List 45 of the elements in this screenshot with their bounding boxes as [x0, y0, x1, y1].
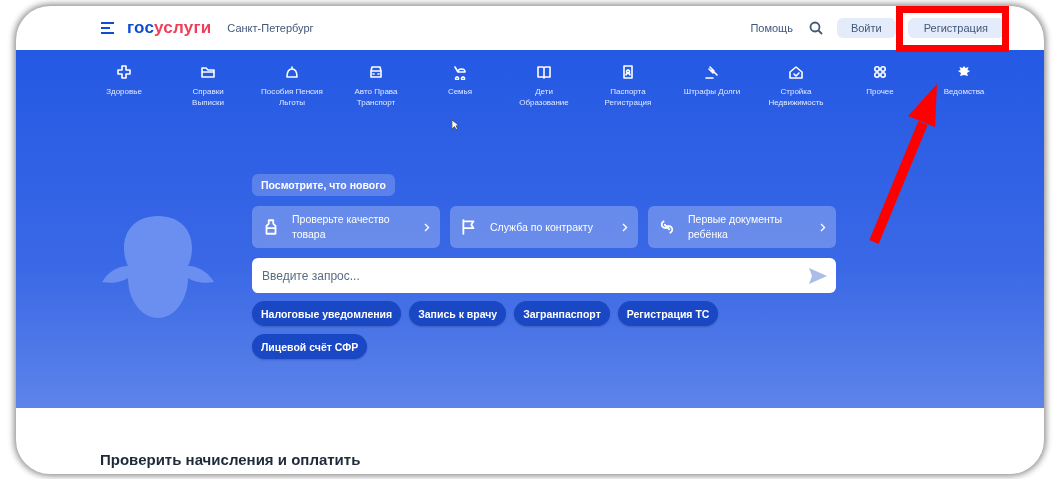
category-link[interactable]: Авто Права Транспорт	[334, 64, 418, 126]
category-link[interactable]: Ведомства	[922, 64, 1006, 126]
promo-card[interactable]: Первые документы ребёнка	[648, 206, 836, 248]
chevron-icon	[424, 222, 430, 232]
section-title: Проверить начисления и оплатить	[100, 451, 362, 468]
category-link[interactable]: Семья	[418, 64, 502, 126]
help-link[interactable]: Помощь	[750, 22, 793, 34]
search-icon[interactable]	[808, 21, 823, 35]
plus-icon	[116, 64, 132, 80]
folder-icon	[200, 64, 216, 80]
menu-icon[interactable]	[100, 22, 115, 34]
promo-text: Первые документы ребёнка	[688, 212, 784, 242]
gavel-icon	[704, 64, 720, 80]
promo-card[interactable]: Служба по контракту	[450, 206, 638, 248]
register-button[interactable]: Регистрация	[907, 18, 1004, 38]
promo-card[interactable]: Проверьте качество товара	[252, 206, 440, 248]
search-field[interactable]: Введите запрос...	[252, 258, 836, 293]
quick-link-chip[interactable]: Лицевой счёт СФР	[252, 334, 368, 359]
cursor-icon	[452, 120, 459, 130]
category-link[interactable]: Прочее	[838, 64, 922, 126]
quick-link-chip[interactable]: Налоговые уведомления	[252, 301, 402, 326]
quick-link-chip[interactable]: Регистрация ТС	[617, 301, 719, 326]
quick-link-chip[interactable]: Запись к врачу	[409, 301, 507, 326]
promo-text: Проверьте качество товара	[292, 212, 391, 242]
category-link[interactable]: Здоровье	[82, 64, 166, 126]
category-link[interactable]: Справки Выписки	[166, 64, 250, 126]
category-link[interactable]: Пособия Пенсия Льготы	[250, 64, 334, 126]
category-link[interactable]: Паспорта Регистрация	[586, 64, 670, 126]
category-link[interactable]: Дети Образование	[502, 64, 586, 126]
chevron-icon	[820, 222, 826, 232]
whats-new-button[interactable]: Посмотрите, что нового	[252, 174, 395, 196]
quick-link-chip[interactable]: Загранпаспорт	[514, 301, 610, 326]
logo[interactable]: госуслуги	[127, 18, 212, 38]
login-button[interactable]: Войти	[836, 18, 896, 38]
promo-text: Служба по контракту	[490, 219, 594, 235]
chevron-icon	[622, 222, 628, 232]
id-card-icon	[620, 64, 636, 80]
category-link[interactable]: Стройка Недвижимость	[754, 64, 838, 126]
city-selector[interactable]: Санкт-Петербург	[227, 22, 314, 34]
book-icon	[536, 64, 552, 80]
car-icon	[368, 64, 384, 80]
bell-icon	[284, 64, 300, 80]
grid-icon	[872, 64, 888, 80]
category-link[interactable]: Штрафы Долги	[670, 64, 754, 126]
house-icon	[788, 64, 804, 80]
